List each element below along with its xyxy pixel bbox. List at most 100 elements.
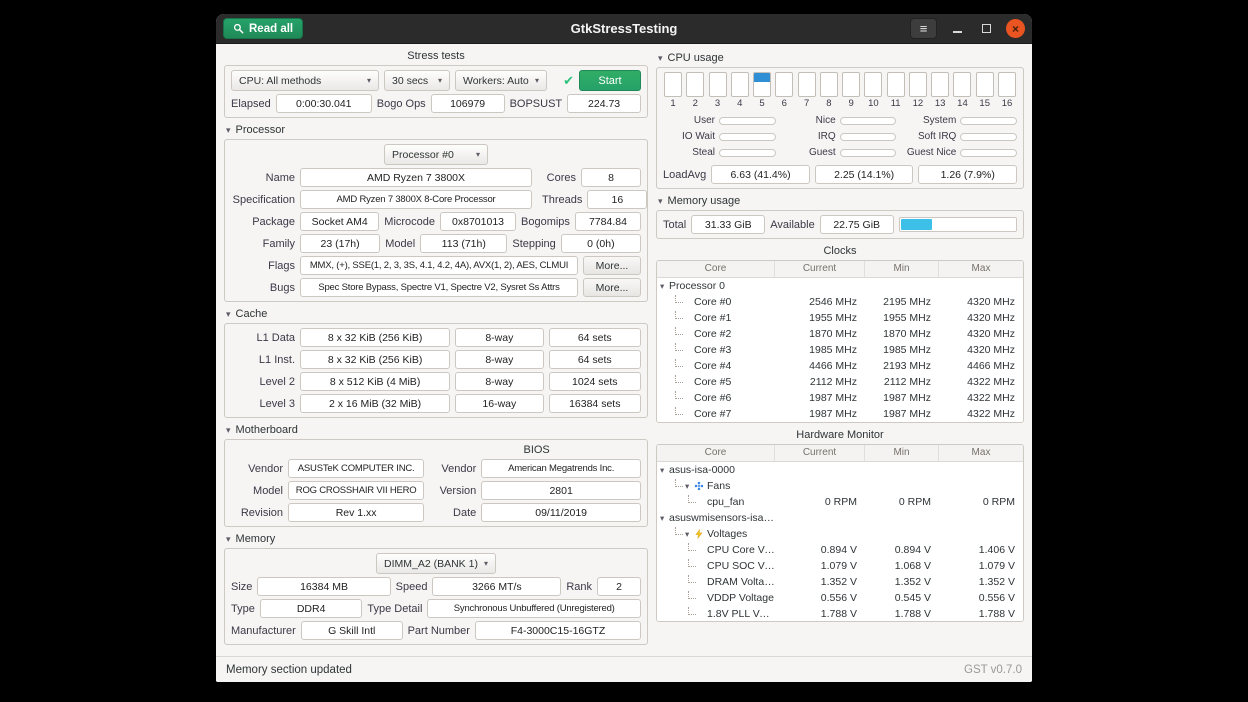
cache-size-value[interactable]: 8 x 32 KiB (256 KiB) [300,350,450,369]
type-detail-value[interactable]: Synchronous Unbuffered (Unregistered) [427,599,641,618]
tree-expander-icon[interactable]: ▾ [660,514,669,523]
hwmon-table-row[interactable]: ▾ asus-isa-0000 [657,462,1023,478]
loadavg-value[interactable]: 2.25 (14.1%) [815,165,914,184]
stress-workers-select[interactable]: Workers: Auto ▾ [455,70,547,91]
hwmon-table-row[interactable]: CPU SOC Voltage 1.079 V 1.068 V 1.079 V [657,558,1023,574]
cache-ways-value[interactable]: 16-way [455,394,543,413]
threads-value[interactable]: 16 [587,190,647,209]
hwmon-table-row[interactable]: ▾ Fans [657,478,1023,494]
stress-method-select[interactable]: CPU: All methods ▾ [231,70,379,91]
part-number-value[interactable]: F4-3000C15-16GTZ [475,621,641,640]
hwmon-table-row[interactable]: CPU Core Voltage 0.894 V 0.894 V 1.406 V [657,542,1023,558]
bios-version-value[interactable]: 2801 [481,481,641,500]
minimize-button[interactable] [948,20,966,38]
memory-usage-expander[interactable]: ▾ Memory usage [658,195,1024,207]
column-header-max[interactable]: Max [939,261,1023,277]
manufacturer-value[interactable]: G Skill Intl [301,621,403,640]
bios-vendor-value[interactable]: American Megatrends Inc. [481,459,641,478]
cache-size-value[interactable]: 8 x 512 KiB (4 MiB) [300,372,450,391]
mobo-revision-value[interactable]: Rev 1.xx [288,503,424,522]
clocks-table-row[interactable]: Core #1 1955 MHz 1955 MHz 4320 MHz [657,310,1023,326]
memory-expander[interactable]: ▾ Memory [226,533,648,545]
column-header-current[interactable]: Current [775,445,865,461]
processor-expander[interactable]: ▾ Processor [226,124,648,136]
type-value[interactable]: DDR4 [260,599,363,618]
mobo-model-value[interactable]: ROG CROSSHAIR VII HERO [288,481,424,500]
maximize-button[interactable] [977,20,995,38]
clocks-table-row[interactable]: Core #5 2112 MHz 2112 MHz 4322 MHz [657,374,1023,390]
cache-sets-value[interactable]: 64 sets [549,350,641,369]
hwmon-table-row[interactable]: ▾ Voltages [657,526,1023,542]
family-value[interactable]: 23 (17h) [300,234,380,253]
cores-value[interactable]: 8 [581,168,641,187]
specification-value[interactable]: AMD Ryzen 7 3800X 8-Core Processor [300,190,532,209]
cpu-usage-expander[interactable]: ▾ CPU usage [658,52,1024,64]
hwmon-table-row[interactable]: 1.8V PLL Voltage 1.788 V 1.788 V 1.788 V [657,606,1023,622]
column-header-core[interactable]: Core [657,261,775,277]
hwmon-table-row[interactable]: DRAM Voltage 1.352 V 1.352 V 1.352 V [657,574,1023,590]
stress-duration-select[interactable]: 30 secs ▾ [384,70,450,91]
model-value[interactable]: 113 (71h) [420,234,507,253]
bopsust-value[interactable]: 224.73 [567,94,641,113]
clocks-table-row[interactable]: Core #7 1987 MHz 1987 MHz 4322 MHz [657,406,1023,422]
bugs-value[interactable]: Spec Store Bypass, Spectre V1, Spectre V… [300,278,578,297]
bios-date-value[interactable]: 09/11/2019 [481,503,641,522]
cache-sets-value[interactable]: 16384 sets [549,394,641,413]
cpu-name-value[interactable]: AMD Ryzen 7 3800X [300,168,532,187]
motherboard-expander[interactable]: ▾ Motherboard [226,424,648,436]
microcode-value[interactable]: 0x8701013 [440,212,516,231]
bogomips-value[interactable]: 7784.84 [575,212,641,231]
column-header-current[interactable]: Current [775,261,865,277]
available-value[interactable]: 22.75 GiB [820,215,894,234]
read-all-button[interactable]: Read all [223,18,303,39]
rank-value[interactable]: 2 [597,577,641,596]
column-header-max[interactable]: Max [939,445,1023,461]
clocks-table-row[interactable]: Core #0 2546 MHz 2195 MHz 4320 MHz [657,294,1023,310]
cpu-core-level-trough [976,72,994,97]
close-button[interactable]: × [1006,19,1025,38]
hwmon-table-row[interactable]: VDDP Voltage 0.556 V 0.545 V 0.556 V [657,590,1023,606]
hwmon-table-row[interactable]: ▾ asuswmisensors-isa-0000 [657,510,1023,526]
tree-expander-icon[interactable]: ▾ [685,482,694,491]
size-label: Size [231,581,252,593]
package-value[interactable]: Socket AM4 [300,212,379,231]
column-header-min[interactable]: Min [865,261,939,277]
start-button[interactable]: Start [579,70,641,91]
bugs-more-button[interactable]: More... [583,278,641,297]
clocks-table-row[interactable]: ▾ Processor 0 [657,278,1023,294]
speed-value[interactable]: 3266 MT/s [432,577,561,596]
clocks-table-row[interactable]: Core #6 1987 MHz 1987 MHz 4322 MHz [657,390,1023,406]
cache-size-value[interactable]: 8 x 32 KiB (256 KiB) [300,328,450,347]
elapsed-value[interactable]: 0:00:30.041 [276,94,372,113]
column-header-core[interactable]: Core [657,445,775,461]
stepping-value[interactable]: 0 (0h) [561,234,641,253]
bios-date-label: Date [432,507,476,519]
loadavg-value[interactable]: 6.63 (41.4%) [711,165,810,184]
clocks-table-row[interactable]: Core #4 4466 MHz 2193 MHz 4466 MHz [657,358,1023,374]
total-value[interactable]: 31.33 GiB [691,215,765,234]
cache-expander[interactable]: ▾ Cache [226,308,648,320]
hwmon-table-row[interactable]: cpu_fan 0 RPM 0 RPM 0 RPM [657,494,1023,510]
cache-ways-value[interactable]: 8-way [455,372,543,391]
tree-expander-icon[interactable]: ▾ [660,466,669,475]
cache-size-value[interactable]: 2 x 16 MiB (32 MiB) [300,394,450,413]
flags-more-button[interactable]: More... [583,256,641,275]
processor-select[interactable]: Processor #0 ▾ [384,144,488,165]
clocks-table-row[interactable]: Core #3 1985 MHz 1985 MHz 4320 MHz [657,342,1023,358]
dimm-select[interactable]: DIMM_A2 (BANK 1) ▾ [376,553,496,574]
menu-button[interactable]: ≡ [910,18,937,39]
tree-expander-icon[interactable]: ▾ [660,282,669,291]
mobo-vendor-value[interactable]: ASUSTeK COMPUTER INC. [288,459,424,478]
clocks-table-row[interactable]: Core #2 1870 MHz 1870 MHz 4320 MHz [657,326,1023,342]
flags-value[interactable]: MMX, (+), SSE(1, 2, 3, 3S, 4.1, 4.2, 4A)… [300,256,578,275]
loadavg-value[interactable]: 1.26 (7.9%) [918,165,1017,184]
column-header-min[interactable]: Min [865,445,939,461]
min-value: 0 RPM [865,496,939,508]
tree-expander-icon[interactable]: ▾ [685,530,694,539]
cache-ways-value[interactable]: 8-way [455,328,543,347]
cache-ways-value[interactable]: 8-way [455,350,543,369]
size-value[interactable]: 16384 MB [257,577,390,596]
cache-sets-value[interactable]: 64 sets [549,328,641,347]
bogo-ops-value[interactable]: 106979 [431,94,505,113]
cache-sets-value[interactable]: 1024 sets [549,372,641,391]
